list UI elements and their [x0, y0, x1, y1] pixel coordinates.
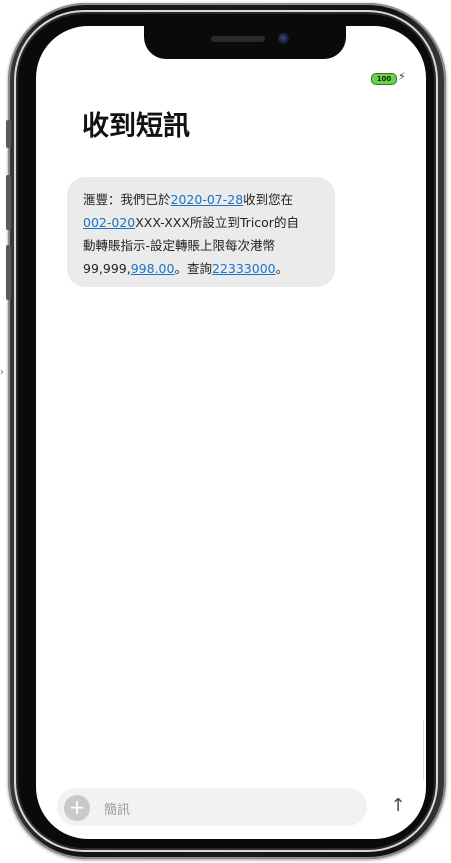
battery-icon: 100	[371, 73, 397, 85]
mute-switch	[6, 120, 11, 148]
volume-up-button	[6, 175, 11, 230]
scrollbar	[423, 720, 424, 780]
charging-icon: ⚡	[398, 70, 406, 83]
date-link[interactable]: 2020-07-28	[171, 192, 244, 207]
volume-down-button	[6, 245, 11, 300]
message-line-3: 動轉賬指示-設定轉賬上限每次港幣	[83, 238, 276, 253]
notch	[144, 26, 346, 59]
arrow-icon: ›	[0, 367, 4, 378]
add-attachment-button[interactable]: +	[64, 795, 90, 821]
phone-screen	[36, 26, 426, 839]
message-line-1: 滙豐：我們已於2020-07-28收到您在	[83, 192, 294, 207]
message-line-2: 002-020XXX-XXX所設立到Tricor的自	[83, 215, 299, 230]
message-line-4: 99,999,998.00。查詢22333000。	[83, 261, 289, 276]
phone-link[interactable]: 22333000	[212, 261, 276, 276]
page-title: 收到短訊	[82, 111, 190, 142]
message-text: 滙豐：我們已於2020-07-28收到您在 002-020XXX-XXX所設立到…	[83, 188, 328, 280]
phone-mockup: 100 ⚡ 收到短訊 滙豐：我們已於2020-07-28收到您在 002-020…	[0, 0, 451, 863]
input-placeholder: 簡訊	[104, 803, 131, 818]
front-camera	[278, 33, 289, 44]
amount-link[interactable]: 998.00	[131, 261, 175, 276]
earpiece-speaker	[211, 36, 265, 42]
account-link[interactable]: 002-020	[83, 215, 135, 230]
send-button[interactable]: ↑	[387, 795, 409, 817]
